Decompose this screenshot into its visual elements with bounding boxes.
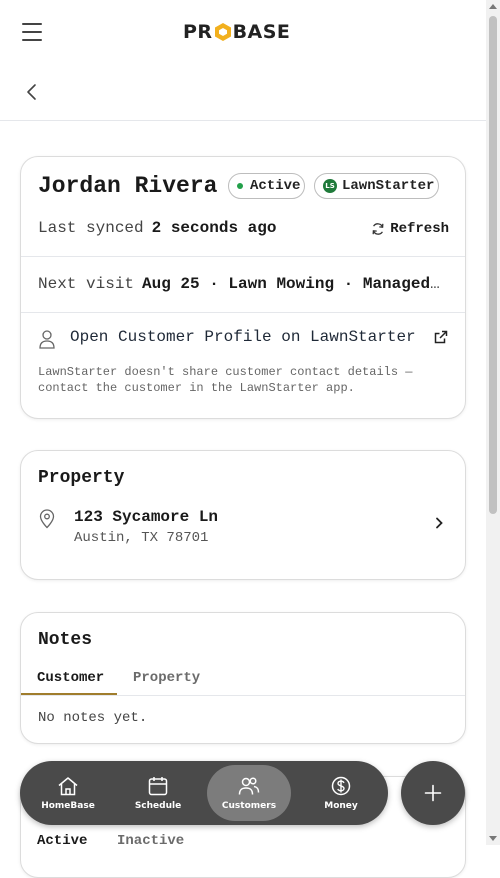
status-dot-icon (237, 183, 243, 189)
status-badge: Active (228, 173, 305, 199)
dollar-icon (331, 776, 351, 795)
contact-note: LawnStarter doesn't share customer conta… (38, 365, 413, 395)
notes-empty-text: No notes yet. (38, 710, 148, 726)
address-line2: Austin, TX 78701 (74, 530, 209, 546)
nav-money[interactable]: Money (299, 765, 383, 821)
tab-inactive[interactable]: Inactive (117, 833, 184, 849)
tab-customer[interactable]: Customer (37, 670, 104, 686)
next-visit-value: Aug 25 · Lawn Mowing · Managed in LawnSt… (142, 275, 448, 293)
address-line1: 123 Sycamore Ln (74, 508, 219, 526)
home-icon (58, 776, 78, 795)
source-label: LawnStarter (342, 178, 435, 194)
source-badge: LS LawnStarter (314, 173, 439, 199)
sync-label: Last synced (38, 219, 144, 237)
lawnstarter-logo-icon: LS (323, 179, 337, 193)
property-title: Property (38, 468, 125, 488)
divider (21, 312, 465, 313)
nav-label: Money (324, 800, 358, 811)
property-card: Property 123 Sycamore Ln Austin, TX 7870… (20, 450, 466, 580)
active-tab-indicator (21, 693, 117, 695)
nav-customers[interactable]: Customers (207, 765, 291, 821)
back-row (0, 64, 486, 121)
notes-title: Notes (38, 630, 93, 650)
nav-homebase[interactable]: HomeBase (26, 765, 110, 821)
refresh-icon (372, 223, 384, 235)
bottom-nav: HomeBase Schedule Customers Money (20, 761, 388, 825)
open-profile-label: Open Customer Profile on LawnStarter (70, 328, 416, 346)
location-pin-icon (39, 509, 55, 529)
notes-card: Notes Customer Property No notes yet. (20, 612, 466, 744)
tab-property[interactable]: Property (133, 670, 200, 686)
nav-label: HomeBase (41, 800, 95, 811)
users-icon (238, 776, 260, 795)
external-link-icon (434, 330, 448, 344)
add-button[interactable] (401, 761, 465, 825)
person-icon (39, 330, 55, 349)
scrollbar-thumb[interactable] (489, 16, 497, 514)
refresh-label: Refresh (390, 221, 449, 237)
hamburger-menu-icon[interactable] (22, 23, 42, 41)
calendar-icon (148, 776, 168, 795)
sync-value: 2 seconds ago (151, 219, 277, 237)
scroll-down-arrow-icon[interactable] (489, 836, 497, 841)
nav-label: Schedule (134, 800, 182, 811)
next-visit: Next visit Aug 25 · Lawn Mowing · Managed… (38, 275, 448, 293)
sync-status: Last synced 2 seconds ago (38, 219, 276, 237)
tab-active[interactable]: Active (37, 833, 87, 849)
chevron-right-icon[interactable] (435, 517, 443, 529)
nav-schedule[interactable]: Schedule (116, 765, 200, 821)
probase-logo: PR BASE (183, 21, 291, 43)
refresh-button[interactable]: Refresh (371, 221, 449, 237)
plus-icon (424, 784, 442, 802)
customer-card: Jordan Rivera Active LS LawnStarter Last… (20, 156, 466, 419)
status-label: Active (250, 178, 301, 194)
customer-name: Jordan Rivera (38, 173, 218, 199)
chevron-left-icon[interactable] (22, 82, 42, 102)
notes-tabs: Customer Property (21, 665, 465, 696)
next-visit-label: Next visit (38, 275, 135, 293)
scroll-up-arrow-icon[interactable] (489, 4, 497, 9)
nav-label: Customers (221, 800, 277, 811)
open-profile-link[interactable]: Open Customer Profile on LawnStarter (38, 327, 448, 351)
scrollbar[interactable] (486, 0, 500, 845)
divider (21, 256, 465, 257)
top-bar: PR BASE (0, 0, 486, 64)
